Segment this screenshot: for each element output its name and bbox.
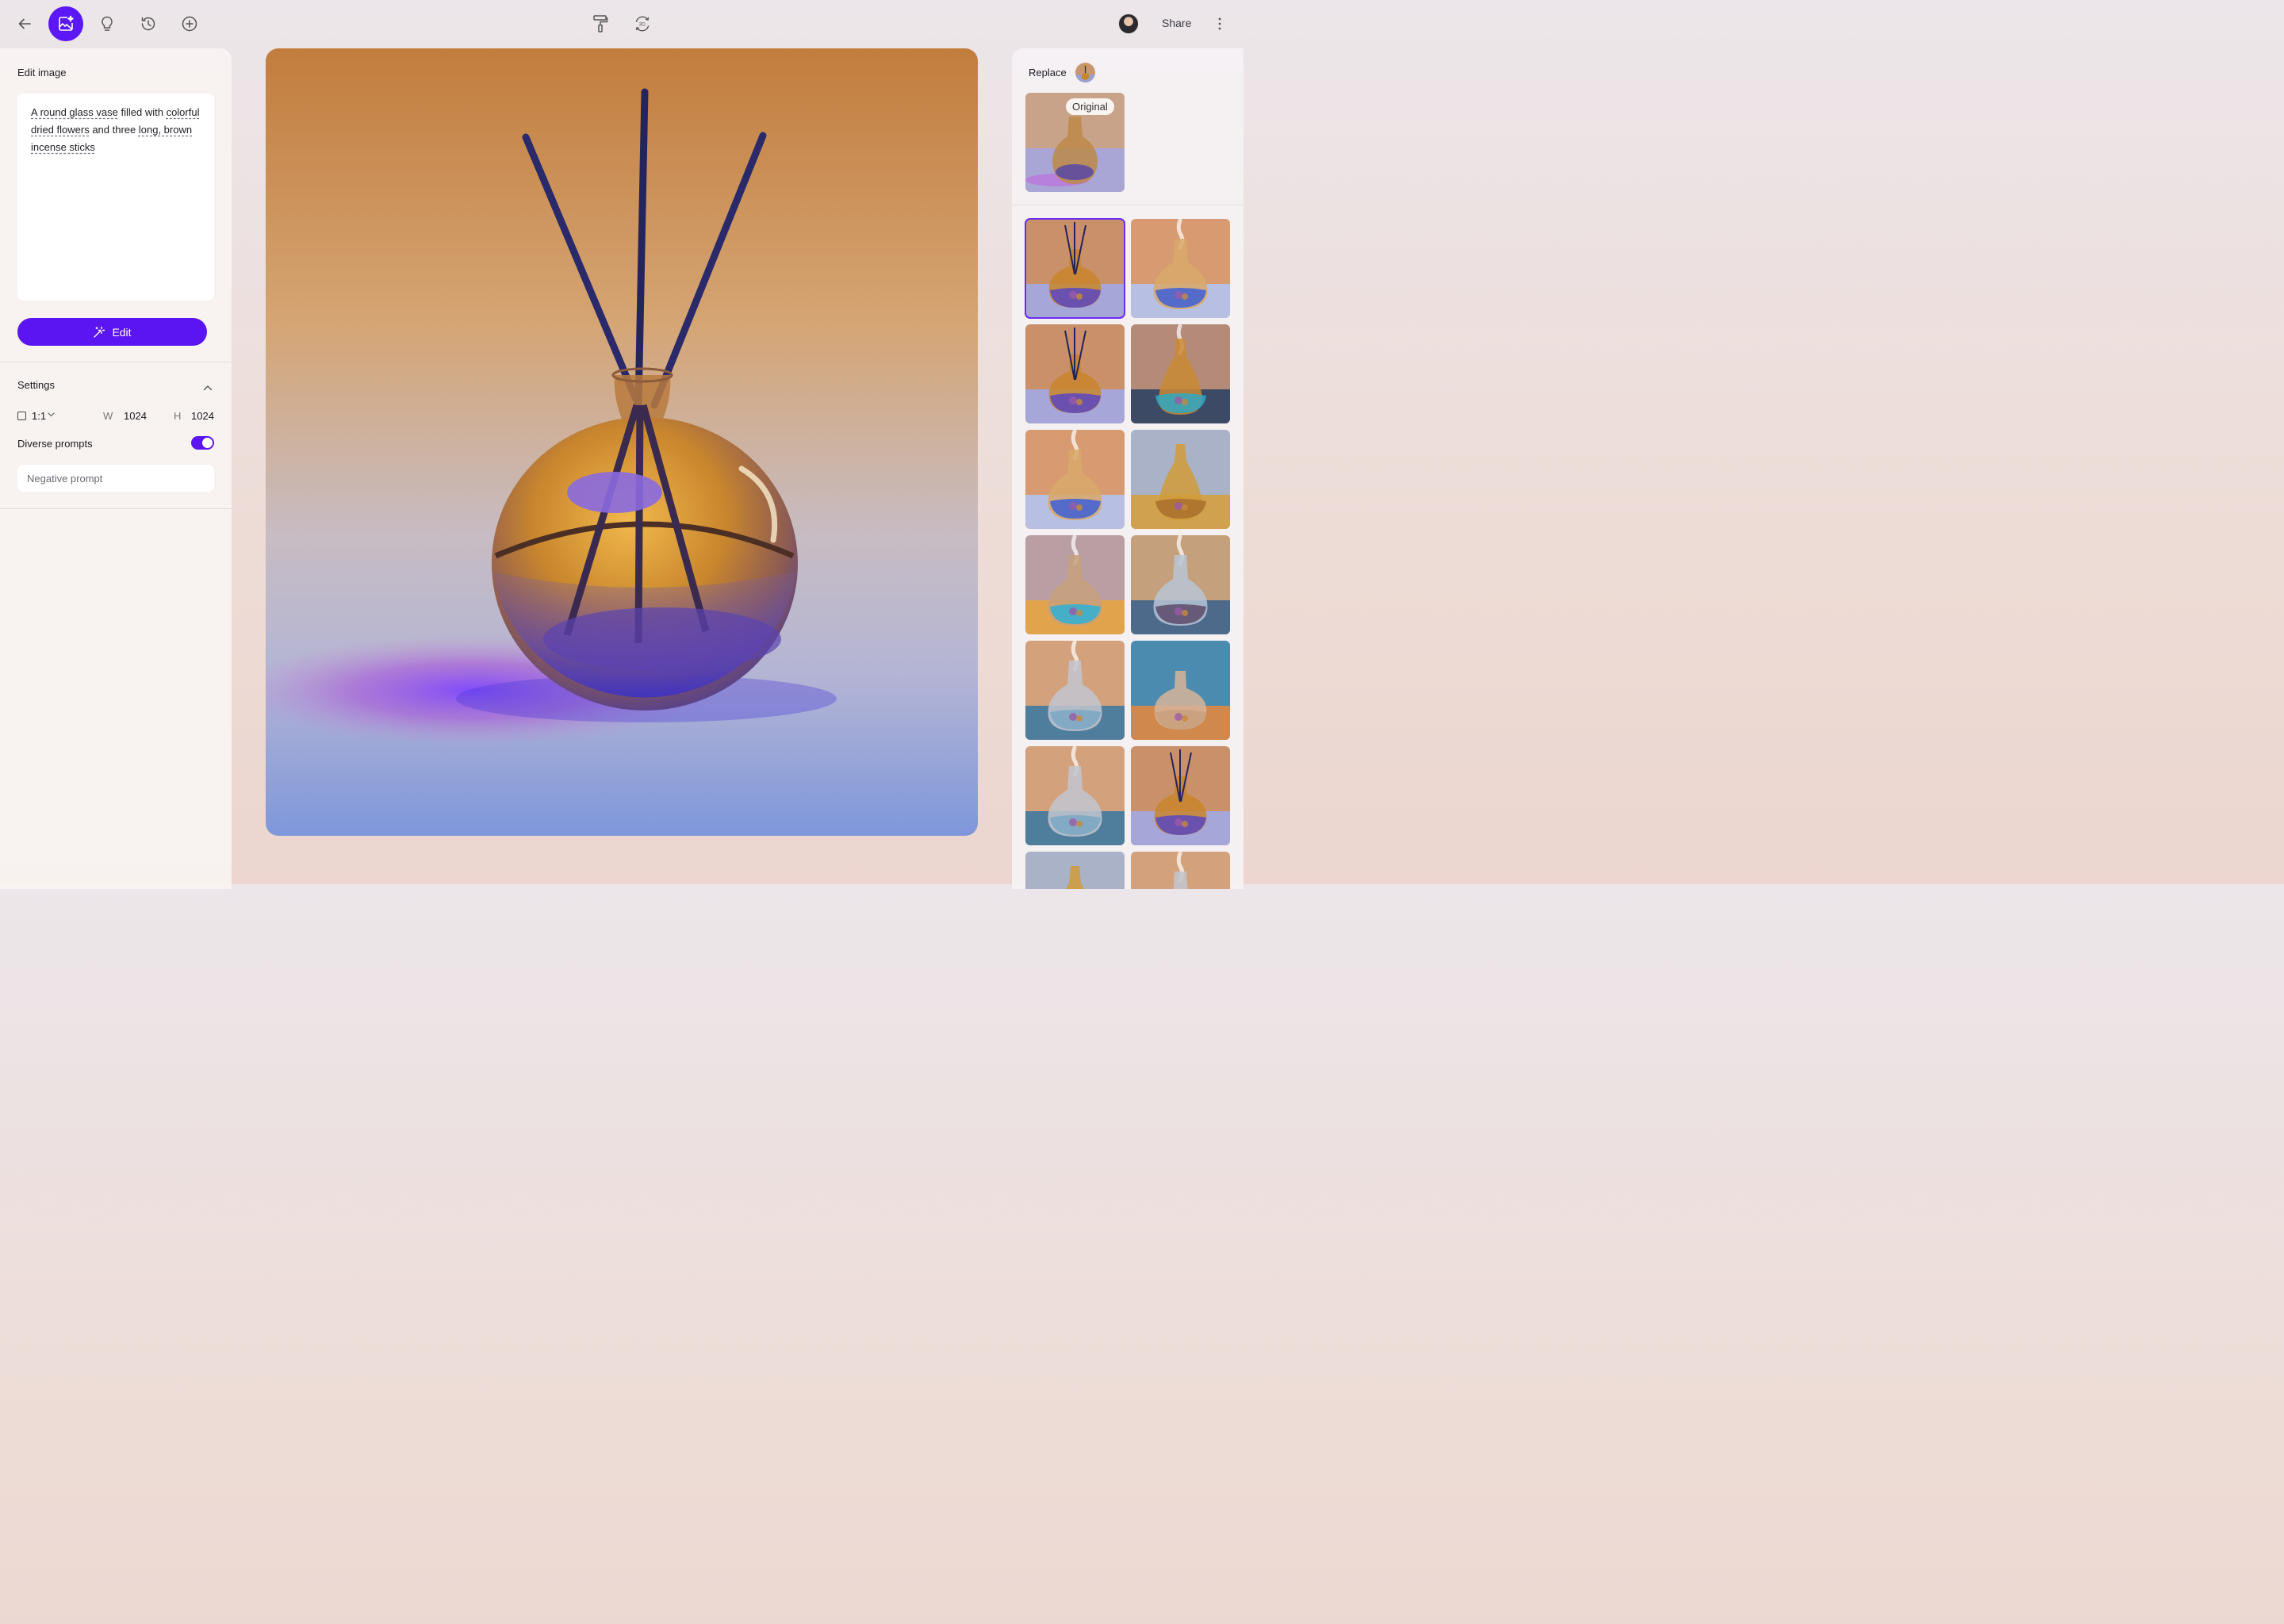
thumbnail-image bbox=[1025, 535, 1125, 634]
width-input[interactable]: 1024 bbox=[124, 410, 147, 422]
thumbnail-image bbox=[1131, 430, 1230, 529]
prompt-text: and three bbox=[89, 124, 139, 136]
aspect-ratio-select[interactable]: 1:1 bbox=[32, 410, 46, 422]
add-circle-icon bbox=[182, 16, 197, 32]
lightbulb-icon bbox=[102, 16, 113, 31]
replace-thumbnail[interactable] bbox=[1075, 63, 1095, 82]
arrow-left-icon bbox=[18, 18, 31, 29]
thumbnail-image bbox=[1131, 641, 1230, 740]
ideas-button[interactable] bbox=[98, 14, 116, 33]
generated-image-canvas[interactable] bbox=[266, 48, 978, 836]
height-label: H bbox=[174, 410, 182, 422]
prompt-token[interactable]: A round glass vase bbox=[31, 106, 118, 118]
prompt-token[interactable]: incense sticks bbox=[31, 141, 95, 153]
thumbnail-image bbox=[1131, 746, 1230, 845]
chevron-down-icon[interactable] bbox=[48, 412, 55, 417]
3d-rotate-button[interactable]: 3D bbox=[633, 13, 652, 34]
width-label: W bbox=[103, 410, 113, 422]
result-thumbnail[interactable] bbox=[1025, 641, 1125, 740]
panel-title: Edit image bbox=[17, 67, 67, 79]
height-input[interactable]: 1024 bbox=[191, 410, 214, 422]
thumbnail-image bbox=[1025, 746, 1125, 845]
prompt-textarea[interactable]: A round glass vase filled with colorful … bbox=[17, 94, 214, 301]
result-thumbnail[interactable] bbox=[1131, 535, 1230, 634]
prompt-token[interactable]: dried flowers bbox=[31, 124, 90, 136]
result-thumbnail[interactable] bbox=[1025, 324, 1125, 423]
thumbnail-image bbox=[1025, 324, 1125, 423]
thumbnail-image bbox=[1131, 219, 1230, 318]
svg-text:3D: 3D bbox=[639, 22, 646, 28]
thumbnail-image bbox=[1025, 430, 1125, 529]
result-thumbnail[interactable] bbox=[1025, 218, 1125, 319]
diverse-prompts-toggle[interactable] bbox=[191, 436, 214, 450]
dimension-row: 1:1 W 1024 H 1024 bbox=[17, 410, 216, 424]
edit-button[interactable]: Edit bbox=[17, 318, 207, 346]
result-thumbnail[interactable] bbox=[1025, 852, 1125, 889]
divider bbox=[0, 508, 232, 509]
aspect-ratio-icon[interactable] bbox=[17, 412, 26, 420]
thumbnail-image bbox=[1131, 324, 1230, 423]
result-thumbnail[interactable] bbox=[1131, 219, 1230, 318]
original-badge: Original bbox=[1066, 98, 1114, 115]
edit-button-label: Edit bbox=[112, 325, 132, 339]
result-thumbnail[interactable] bbox=[1025, 430, 1125, 529]
prompt-text: filled with bbox=[117, 106, 167, 118]
result-thumbnail[interactable] bbox=[1025, 746, 1125, 845]
thumbnail-image bbox=[1025, 219, 1125, 318]
collapse-settings-button[interactable] bbox=[203, 381, 213, 395]
result-thumbnail[interactable] bbox=[1131, 852, 1230, 889]
replace-label: Replace bbox=[1029, 67, 1067, 79]
user-avatar[interactable] bbox=[1118, 13, 1139, 34]
thumbnail-image bbox=[1025, 852, 1125, 889]
edit-image-tool-button[interactable] bbox=[48, 6, 83, 41]
thumbnail-image bbox=[1075, 63, 1095, 82]
more-menu-button[interactable] bbox=[1213, 14, 1226, 33]
result-thumbnail[interactable] bbox=[1025, 535, 1125, 634]
diverse-prompts-label: Diverse prompts bbox=[17, 438, 93, 450]
settings-heading: Settings bbox=[17, 379, 55, 391]
edit-panel: Edit image A round glass vase filled wit… bbox=[0, 48, 232, 889]
history-button[interactable] bbox=[140, 14, 157, 33]
image-edit-icon bbox=[59, 15, 74, 31]
negative-prompt-input[interactable] bbox=[17, 465, 214, 492]
thumbnail-image bbox=[1131, 852, 1230, 889]
paint-tool-button[interactable] bbox=[592, 13, 609, 34]
result-thumbnail[interactable] bbox=[1131, 324, 1230, 423]
paint-roller-icon bbox=[593, 15, 608, 33]
thumbnail-image bbox=[1025, 641, 1125, 740]
top-toolbar: 3D Share bbox=[0, 0, 1244, 48]
magic-wand-icon bbox=[94, 326, 105, 338]
history-icon bbox=[141, 17, 155, 31]
result-thumbnail[interactable] bbox=[1131, 430, 1230, 529]
original-image[interactable]: Original bbox=[1025, 93, 1125, 192]
vase-image bbox=[266, 48, 978, 836]
result-thumbnail[interactable] bbox=[1131, 641, 1230, 740]
thumbnail-image bbox=[1131, 535, 1230, 634]
more-vertical-icon bbox=[1218, 17, 1221, 30]
prompt-token[interactable]: long, brown bbox=[139, 124, 192, 136]
rotate-3d-icon: 3D bbox=[635, 16, 650, 32]
back-button[interactable] bbox=[16, 14, 33, 33]
result-thumbnail[interactable] bbox=[1131, 746, 1230, 845]
chevron-up-icon bbox=[203, 385, 213, 391]
add-button[interactable] bbox=[181, 14, 198, 33]
share-button[interactable]: Share bbox=[1162, 17, 1191, 29]
results-panel: Replace Original bbox=[1012, 48, 1244, 889]
prompt-token[interactable]: colorful bbox=[167, 106, 200, 118]
